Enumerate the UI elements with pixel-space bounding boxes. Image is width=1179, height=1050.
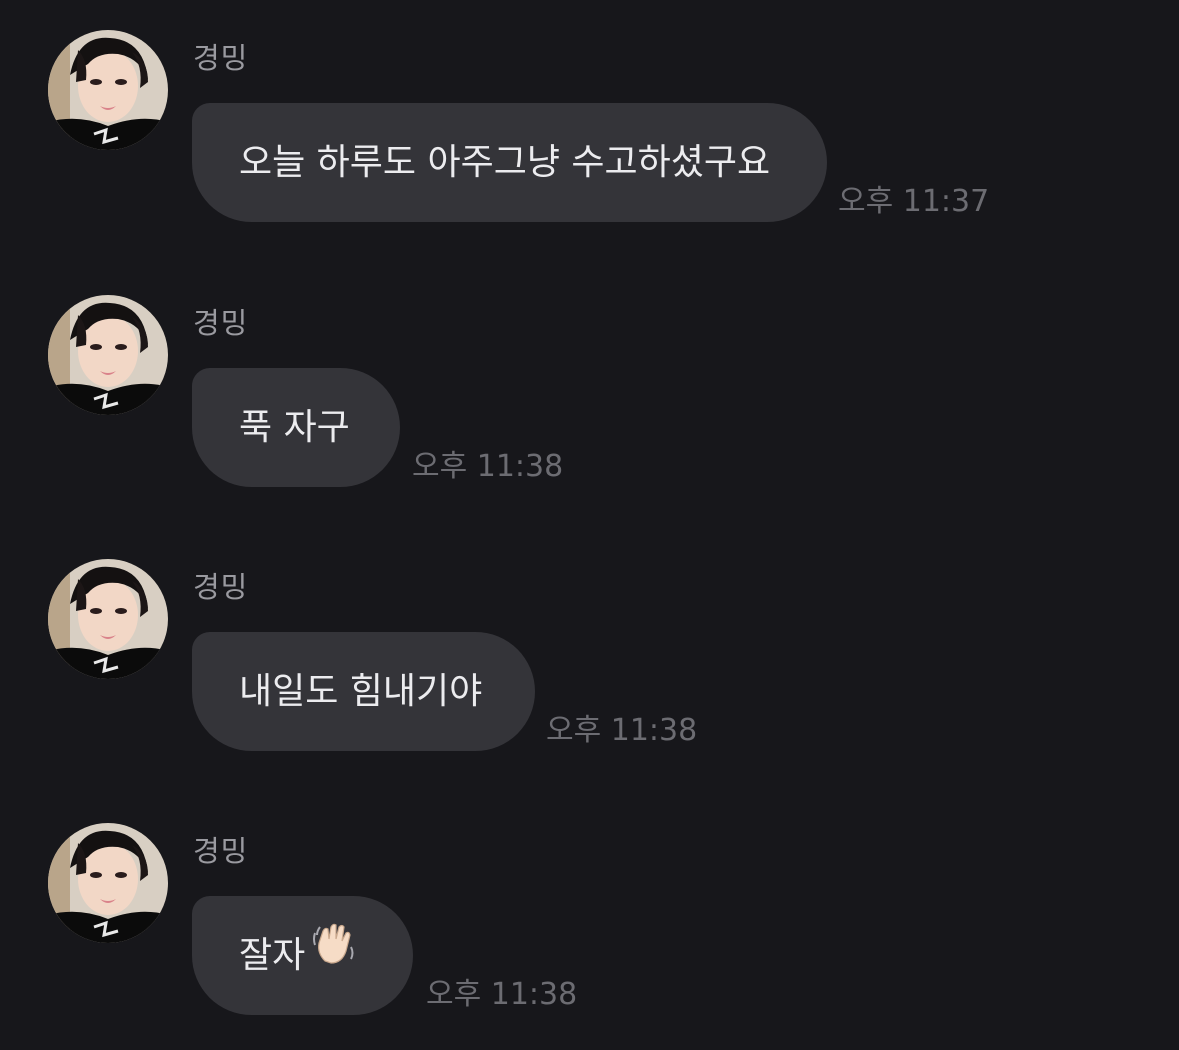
sender-name: 경밍: [193, 570, 249, 604]
sender-name: 경밍: [193, 306, 249, 340]
message-text: 내일도 힘내기야: [239, 671, 483, 712]
avatar[interactable]: [48, 823, 168, 943]
message-bubble[interactable]: 오늘 하루도 아주그냥 수고하셨구요: [192, 103, 827, 222]
waving-hand-icon: [311, 896, 357, 1015]
avatar-photo: [48, 295, 168, 415]
timestamp: 오후 11:37: [838, 184, 990, 219]
message-row: 경밍 오늘 하루도 아주그냥 수고하셨구요 오후 11:37: [0, 0, 1179, 230]
avatar-photo: [48, 30, 168, 150]
timestamp: 오후 11:38: [412, 449, 564, 484]
sender-name: 경밍: [193, 834, 249, 868]
sender-name: 경밍: [193, 41, 249, 75]
timestamp: 오후 11:38: [546, 713, 698, 748]
avatar-photo: [48, 559, 168, 679]
message-bubble[interactable]: 내일도 힘내기야: [192, 632, 535, 751]
message-row: 경밍 푹 자구 오후 11:38: [0, 265, 1179, 495]
chat-thread[interactable]: 경밍 오늘 하루도 아주그냥 수고하셨구요 오후 11:37 경밍 푹 자구 오…: [0, 0, 1179, 1050]
message-bubble[interactable]: 잘자: [192, 896, 413, 1015]
message-row: 경밍 잘자 오후 11:38: [0, 793, 1179, 1023]
avatar[interactable]: [48, 30, 168, 150]
timestamp: 오후 11:38: [426, 977, 578, 1012]
avatar[interactable]: [48, 295, 168, 415]
message-row: 경밍 내일도 힘내기야 오후 11:38: [0, 529, 1179, 759]
avatar-photo: [48, 823, 168, 943]
message-bubble[interactable]: 푹 자구: [192, 368, 400, 487]
message-text: 잘자: [239, 935, 306, 976]
message-text: 오늘 하루도 아주그냥 수고하셨구요: [239, 142, 771, 183]
message-text: 푹 자구: [239, 407, 350, 448]
avatar[interactable]: [48, 559, 168, 679]
